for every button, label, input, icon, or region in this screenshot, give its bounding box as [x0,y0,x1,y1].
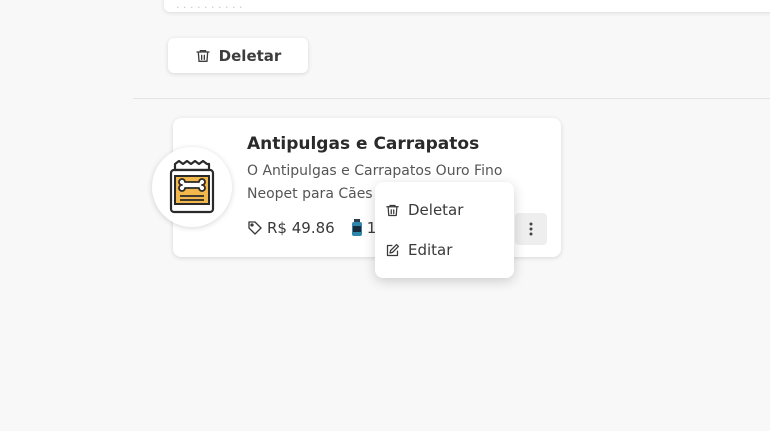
menu-item-edit[interactable]: Editar [385,234,505,266]
delete-button[interactable]: Deletar [168,38,308,73]
menu-item-delete[interactable]: Deletar [385,194,505,226]
product-title: Antipulgas e Carrapatos [247,134,480,154]
context-menu: Deletar Editar [375,182,514,278]
section-divider [133,98,770,99]
more-options-button[interactable] [515,213,547,245]
trash-icon [385,203,400,218]
kebab-menu-icon [529,222,533,236]
price-tag-icon [247,220,263,236]
faded-text: . . . . . . . . . . [176,0,243,11]
menu-item-edit-label: Editar [408,241,453,259]
pet-food-jar-icon [169,160,215,214]
product-avatar [152,147,232,227]
product-price: R$ 49.86 [267,219,335,237]
previous-product-card: . . . . . . . . . . [164,0,770,12]
delete-button-label: Deletar [218,46,282,65]
trash-icon [195,48,211,64]
menu-item-delete-label: Deletar [408,201,464,219]
stock-bottle-icon [351,219,363,237]
edit-icon [385,243,400,258]
product-meta: R$ 49.86 1,3 [247,219,391,237]
